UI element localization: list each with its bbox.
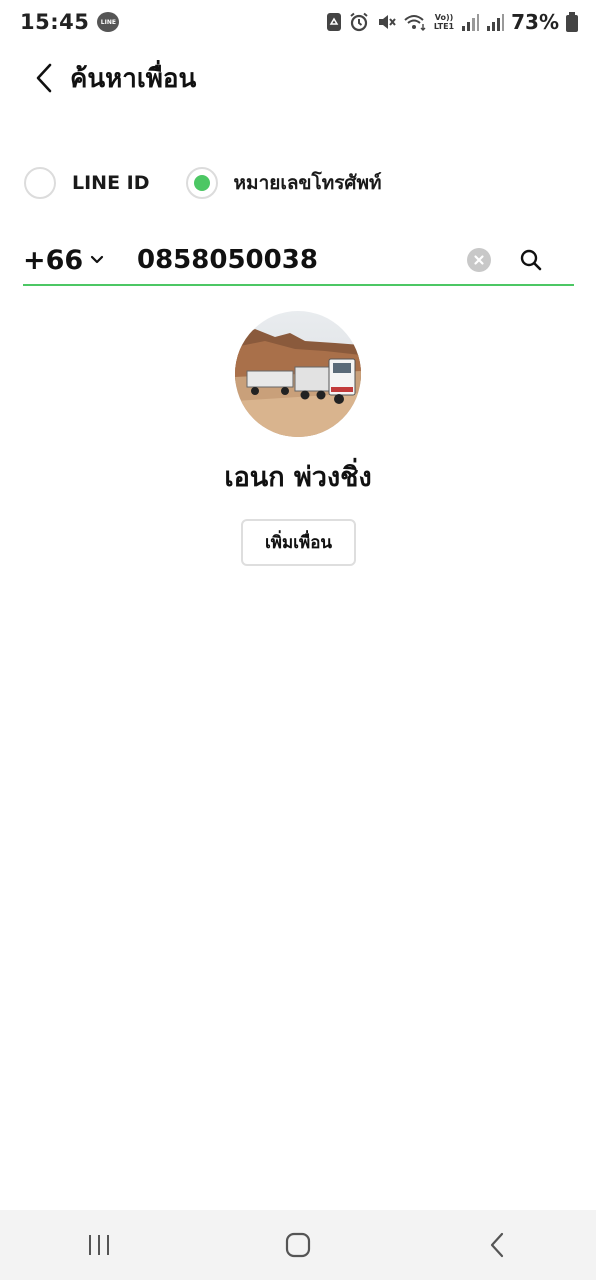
phone-number-input[interactable] [137, 238, 437, 282]
chevron-down-icon [87, 250, 107, 270]
radio-phone-number[interactable]: หมายเลขโทรศัพท์ [185, 167, 382, 199]
radio-circle-selected[interactable] [185, 167, 218, 199]
radio-selected-dot [193, 175, 210, 191]
battery-level: 73% [511, 10, 559, 34]
clear-icon [474, 255, 484, 265]
back-arrow-icon [490, 1232, 503, 1258]
country-code-selector[interactable]: +66 [23, 245, 107, 276]
status-left: 15:45 LINE [20, 10, 120, 34]
header: ค้นหาเพื่อน [0, 50, 596, 106]
radio-line-id[interactable]: LINE ID [24, 167, 150, 199]
status-time: 15:45 [20, 10, 90, 34]
search-icon [520, 249, 542, 271]
recycle-icon [326, 12, 342, 32]
recent-apps-icon [89, 1235, 110, 1255]
home-icon [285, 1232, 311, 1258]
search-bar: +66 [23, 236, 574, 286]
line-notification-icon: LINE [97, 12, 120, 32]
search-button[interactable] [517, 246, 545, 274]
status-bar: 15:45 LINE Vo)) LTE1 73% [0, 0, 596, 44]
signal-icon [461, 12, 480, 32]
status-right: Vo)) LTE1 73% [326, 10, 578, 34]
volte-label: Vo)) [434, 13, 454, 22]
search-type-selector: LINE ID หมายเลขโทรศัพท์ [24, 164, 382, 202]
page-title: ค้นหาเพื่อน [70, 63, 197, 94]
nav-back-button[interactable] [467, 1215, 527, 1275]
system-navigation-bar [0, 1210, 596, 1280]
signal-icon-2 [486, 12, 505, 32]
profile-avatar[interactable] [235, 311, 361, 437]
back-button[interactable] [22, 56, 66, 100]
result-name: เอนก พ่วงชิ่ง [224, 462, 372, 493]
radio-label: LINE ID [72, 172, 150, 194]
chevron-left-icon [36, 63, 52, 93]
mute-icon [376, 12, 396, 32]
wifi-icon [403, 12, 427, 32]
battery-icon [566, 12, 578, 32]
lte-label: LTE1 [433, 22, 455, 31]
add-friend-button[interactable]: เพิ่มเพื่อน [241, 519, 356, 566]
alarm-icon [349, 12, 369, 32]
recent-apps-button[interactable] [69, 1215, 129, 1275]
home-button[interactable] [268, 1215, 328, 1275]
radio-label: หมายเลขโทรศัพท์ [233, 172, 382, 194]
network-type: Vo)) LTE1 [434, 13, 454, 31]
screen: 15:45 LINE Vo)) LTE1 73% ค้นหาเพื่อน LIN… [0, 0, 596, 1280]
avatar-image [235, 311, 361, 437]
country-code: +66 [23, 244, 84, 276]
clear-button[interactable] [467, 248, 491, 272]
radio-circle[interactable] [24, 167, 56, 199]
